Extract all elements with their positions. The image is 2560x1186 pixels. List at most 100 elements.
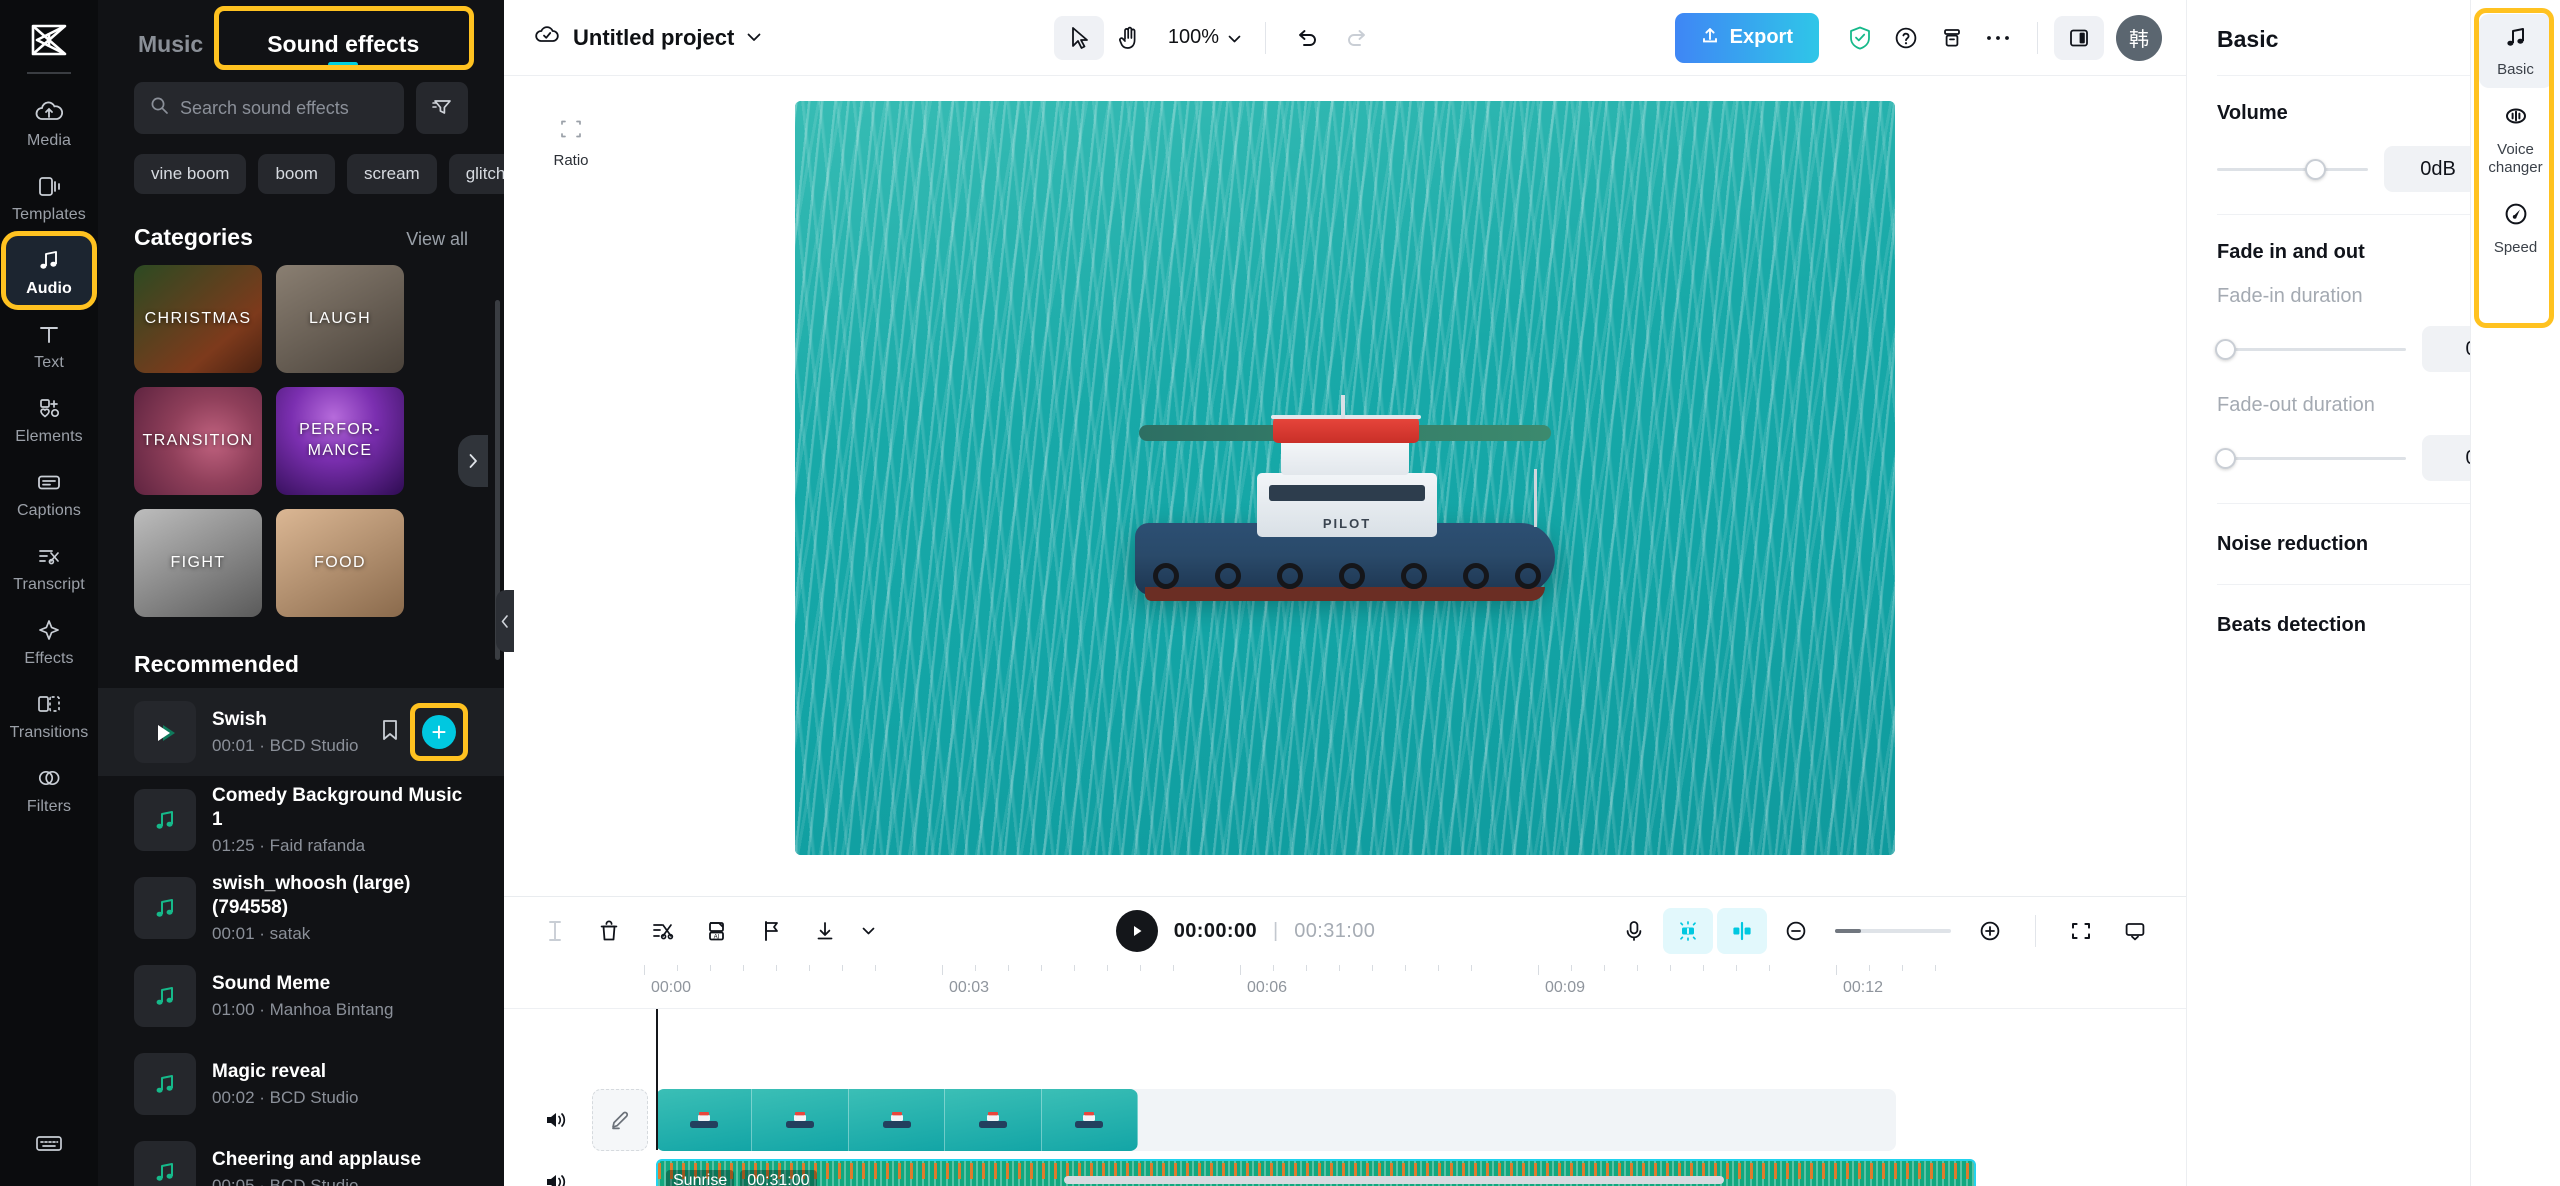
ellipsis-icon[interactable] — [1975, 15, 2021, 61]
project-menu[interactable]: Untitled project — [534, 23, 761, 52]
fade-in-slider[interactable] — [2215, 338, 2406, 360]
bookmark-icon[interactable] — [380, 718, 400, 747]
category-christmas[interactable]: CHRISTMAS — [134, 265, 262, 373]
fit-screen-button[interactable] — [2056, 908, 2106, 954]
split-button[interactable] — [530, 908, 580, 954]
track-thumb[interactable] — [134, 1141, 196, 1186]
search-box[interactable] — [134, 82, 404, 134]
sidebar-item-templates[interactable]: Templates — [6, 162, 92, 231]
list-item[interactable]: swish_whoosh (large) (794558) 00:01 · sa… — [98, 864, 504, 952]
undo-button[interactable] — [1282, 16, 1332, 60]
tab-sound-effects[interactable]: Sound effects — [267, 31, 419, 78]
sidebar-item-label: Audio — [26, 280, 72, 297]
select-tool-button[interactable] — [1053, 15, 1104, 60]
sidebar-item-audio[interactable]: Audio — [1, 231, 97, 310]
export-button[interactable]: Export — [1674, 12, 1819, 63]
volume-slider-knob[interactable] — [2304, 158, 2326, 180]
filter-button[interactable] — [416, 82, 468, 134]
chip-boom[interactable]: boom — [258, 154, 335, 194]
playhead[interactable] — [656, 1009, 658, 1150]
category-label: FIGHT — [170, 553, 226, 571]
play-button[interactable] — [1115, 910, 1158, 952]
timeline-ruler[interactable]: 00:00 00:03 00:06 00:09 00:12 — [504, 965, 2186, 1009]
video-track-edit-button[interactable] — [592, 1089, 648, 1151]
categories-grid: CHRISTMAS LAUGH TRANSITION PERFOR- MANCE… — [98, 265, 510, 617]
audio-track-volume[interactable] — [526, 1171, 586, 1186]
category-fight[interactable]: FIGHT — [134, 509, 262, 617]
sidebar-item-elements[interactable]: Elements — [6, 384, 92, 453]
beats-detection-label: Beats detection — [2217, 613, 2366, 636]
track-thumb[interactable] — [134, 965, 196, 1027]
redo-button[interactable] — [1332, 16, 1382, 60]
download-caret-button[interactable] — [854, 908, 882, 954]
category-laugh[interactable]: LAUGH — [276, 265, 404, 373]
record-button[interactable] — [1609, 908, 1659, 954]
category-food[interactable]: FOOD — [276, 509, 404, 617]
category-performance[interactable]: PERFOR- MANCE — [276, 387, 404, 495]
list-item[interactable]: Sound Meme 01:00 · Manhoa Bintang — [98, 952, 504, 1040]
chip-vine-boom[interactable]: vine boom — [134, 154, 247, 194]
hand-tool-button[interactable] — [1104, 16, 1154, 60]
music-note-icon — [35, 245, 63, 275]
display-settings-button[interactable] — [2110, 908, 2160, 954]
tab-music[interactable]: Music — [138, 31, 203, 78]
properties-tab-speed[interactable]: Speed — [2479, 190, 2553, 266]
auto-cut-button[interactable] — [638, 908, 688, 954]
list-item[interactable]: Cheering and applause 00:05 · BCD Studio — [98, 1128, 504, 1186]
audio-clip-duration: 00:31:00 — [740, 1170, 817, 1186]
ai-frame-button[interactable]: AI — [692, 908, 742, 954]
zoom-level-select[interactable]: 100% — [1168, 26, 1241, 49]
list-item[interactable]: Comedy Background Music 1 01:25 · Faid r… — [98, 776, 504, 864]
search-input[interactable] — [180, 97, 388, 119]
sidebar-item-effects[interactable]: Effects — [6, 606, 92, 675]
categories-next-button[interactable] — [458, 435, 488, 487]
track-thumb[interactable] — [134, 1053, 196, 1115]
timeline-horizontal-scrollbar[interactable] — [1064, 1176, 1724, 1184]
ratio-button[interactable]: Ratio — [540, 108, 602, 178]
question-circle-icon[interactable] — [1883, 15, 1929, 61]
list-item[interactable]: Magic reveal 00:02 · BCD Studio — [98, 1040, 504, 1128]
avatar[interactable]: 韩 — [2116, 14, 2162, 61]
video-preview[interactable]: PILOT — [795, 101, 1895, 855]
sidebar-item-label: Captions — [17, 502, 81, 519]
zoom-in-button[interactable] — [1965, 908, 2015, 954]
auto-snap-button[interactable] — [1663, 908, 1713, 954]
category-transition[interactable]: TRANSITION — [134, 387, 262, 495]
properties-tab-voice-changer[interactable]: Voice changer — [2479, 92, 2553, 186]
list-item[interactable]: Swish 00:01 · BCD Studio + — [98, 688, 504, 776]
zoom-out-button[interactable] — [1771, 908, 1821, 954]
properties-tab-basic[interactable]: Basic — [2478, 14, 2553, 88]
add-to-timeline-button[interactable]: + — [422, 715, 456, 749]
sidebar-item-filters[interactable]: Filters — [6, 754, 92, 823]
video-clip[interactable] — [656, 1089, 1138, 1151]
capcut-logo-icon[interactable] — [19, 14, 79, 66]
panel-collapse-button[interactable] — [496, 590, 514, 652]
chip-glitch[interactable]: glitch — [448, 154, 504, 194]
sidebar-item-captions[interactable]: Captions — [6, 458, 92, 527]
track-thumb[interactable] — [134, 701, 196, 763]
keyboard-shortcuts-button[interactable] — [6, 1119, 92, 1170]
delete-button[interactable] — [584, 908, 634, 954]
align-button[interactable] — [1717, 908, 1767, 954]
zoom-slider-track[interactable] — [1835, 929, 1951, 933]
timeline-zoom-slider[interactable] — [1835, 929, 1951, 933]
archive-icon[interactable] — [1929, 15, 1975, 61]
sidebar-item-text[interactable]: Text — [6, 310, 92, 379]
boat-cabin: PILOT — [1257, 473, 1437, 538]
view-all-link[interactable]: View all — [406, 229, 468, 250]
fade-in-slider-knob[interactable] — [2215, 338, 2236, 360]
shield-check-icon[interactable] — [1837, 15, 1883, 61]
panel-layout-icon[interactable] — [2054, 15, 2104, 60]
chip-scream[interactable]: scream — [346, 154, 437, 194]
marker-button[interactable] — [746, 908, 796, 954]
sidebar-item-transitions[interactable]: Transitions — [6, 680, 92, 749]
sidebar-item-transcript[interactable]: Transcript — [6, 532, 92, 601]
fade-out-slider-knob[interactable] — [2215, 447, 2236, 469]
fade-out-slider[interactable] — [2215, 447, 2406, 469]
volume-slider[interactable] — [2217, 158, 2368, 180]
video-track-volume[interactable] — [526, 1109, 586, 1131]
track-thumb[interactable] — [134, 877, 196, 939]
sidebar-item-media[interactable]: Media — [6, 88, 92, 157]
track-thumb[interactable] — [134, 789, 196, 851]
download-button[interactable] — [800, 908, 850, 954]
